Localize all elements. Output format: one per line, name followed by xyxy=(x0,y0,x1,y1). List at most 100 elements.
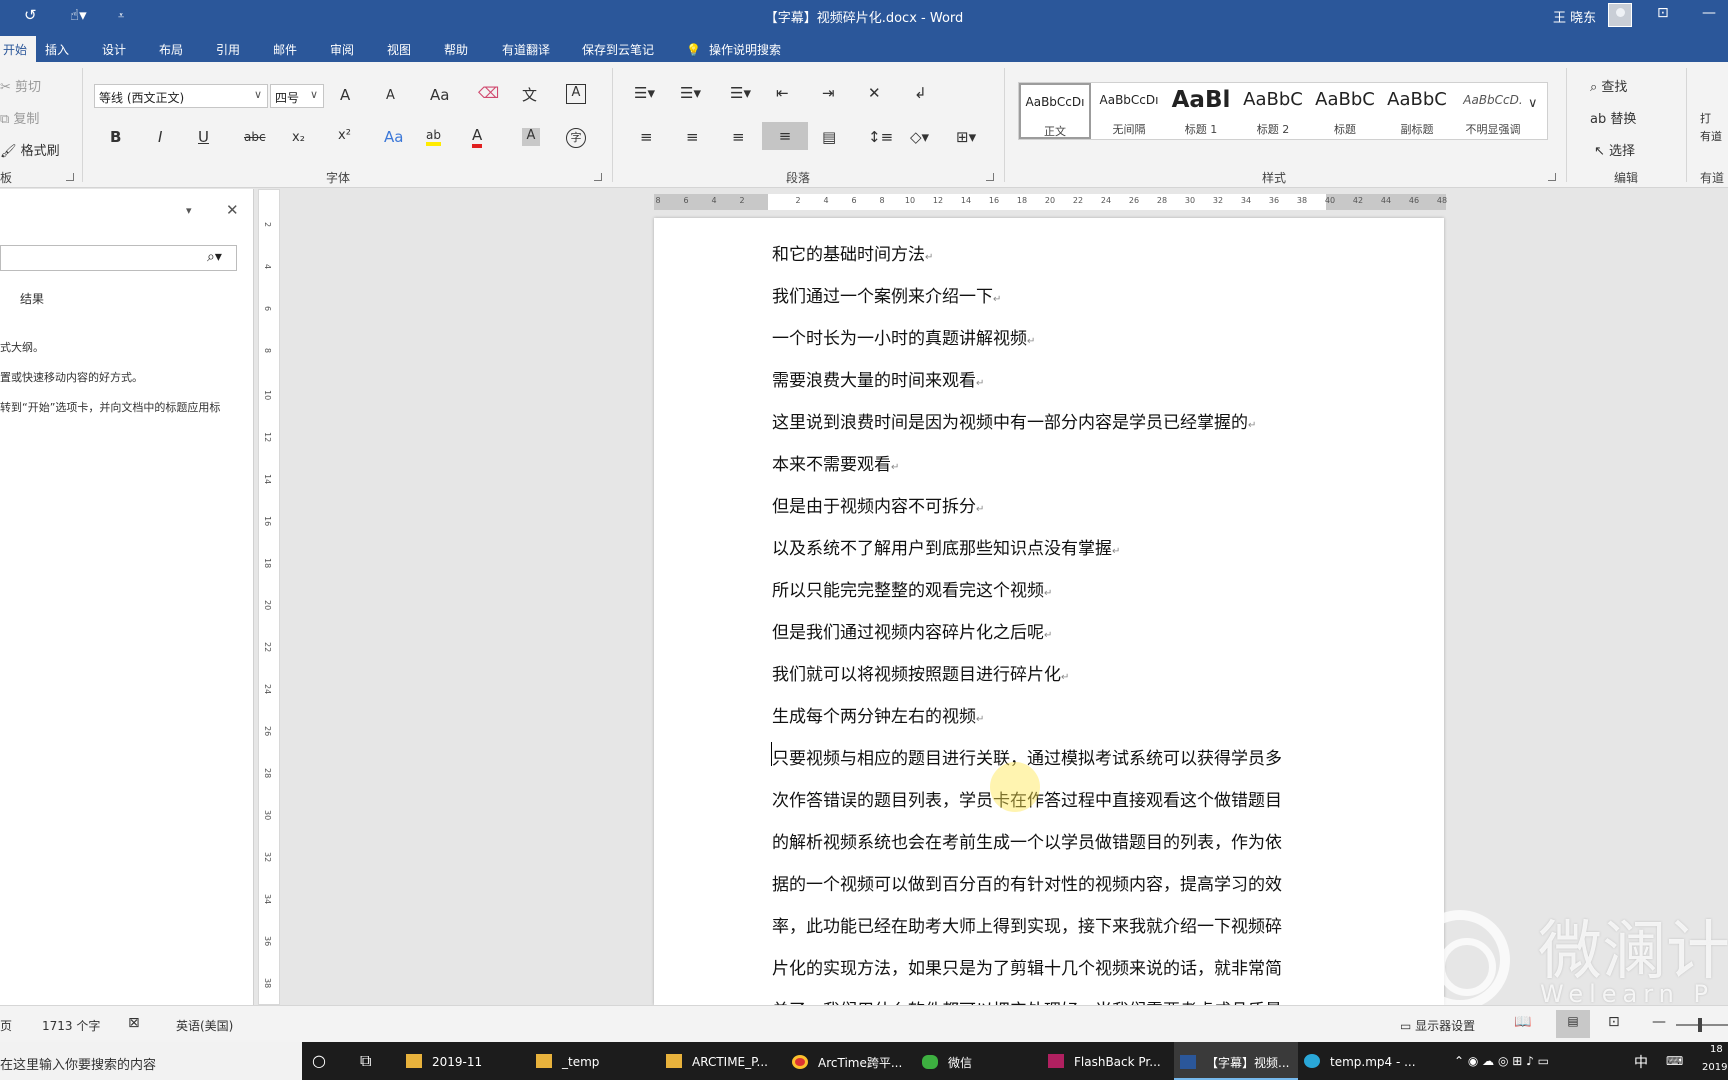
document-line[interactable]: 一个时长为一小时的真题讲解视频↵ xyxy=(772,324,1035,349)
display-settings-button[interactable]: ▭ 显示器设置 xyxy=(1400,1017,1475,1034)
tab-results[interactable]: 结果 xyxy=(20,290,44,307)
taskbar-app-folder-arctime[interactable]: ARCTIME_P... xyxy=(666,1042,790,1080)
taskbar-app-folder-temp[interactable]: _temp xyxy=(536,1042,646,1080)
align-center-icon[interactable]: ≡ xyxy=(686,128,699,146)
document-page[interactable]: 和它的基础时间方法↵ 我们通过一个案例来介绍一下↵ 一个时长为一小时的真题讲解视频↵… xyxy=(654,218,1444,1005)
document-line[interactable]: 的解析视频系统也会在考前生成一个以学员做错题目的列表，作为依 xyxy=(772,828,1282,853)
clipboard-launcher-icon[interactable] xyxy=(66,173,74,181)
search-input[interactable]: ⌕▾ xyxy=(0,245,237,271)
document-line[interactable]: 和它的基础时间方法↵ xyxy=(772,240,933,265)
tab-design[interactable]: 设计 xyxy=(102,41,126,58)
change-case-icon[interactable]: Aa xyxy=(430,86,449,104)
document-line[interactable]: 我们就可以将视频按照题目进行碎片化↵ xyxy=(772,660,1069,685)
ime-indicator[interactable]: 中 xyxy=(1634,1052,1648,1072)
youdao-open-button[interactable]: 打 xyxy=(1700,110,1711,126)
tab-save-cloud-note[interactable]: 保存到云笔记 xyxy=(582,41,654,58)
italic-button[interactable]: I xyxy=(158,128,162,146)
strikethrough-button[interactable]: abc xyxy=(244,130,266,144)
tell-me-search[interactable]: 💡 操作说明搜索 xyxy=(686,41,781,58)
minimize-button[interactable]: — xyxy=(1702,5,1716,21)
chinese-layout-icon[interactable]: ✕ xyxy=(868,84,881,102)
style-normal[interactable]: AaBbCcDı 正文 xyxy=(1019,83,1091,139)
font-launcher-icon[interactable] xyxy=(594,173,602,181)
document-line[interactable]: 但是我们通过视频内容碎片化之后呢↵ xyxy=(772,618,1052,643)
paragraph-launcher-icon[interactable] xyxy=(986,173,994,181)
language-indicator[interactable]: 英语(美国) xyxy=(176,1017,233,1034)
tab-youdao-translate[interactable]: 有道翻译 xyxy=(502,41,550,58)
tab-review[interactable]: 审阅 xyxy=(330,41,354,58)
document-line[interactable]: 但是由于视频内容不可拆分↵ xyxy=(772,492,984,517)
document-line[interactable]: 这里说到浪费时间是因为视频中有一部分内容是学员已经掌握的↵ xyxy=(772,408,1256,433)
find-button[interactable]: ⌕ 查找 xyxy=(1590,76,1627,95)
zoom-slider[interactable] xyxy=(1676,1024,1728,1026)
align-left-icon[interactable]: ≡ xyxy=(640,128,653,146)
style-no-spacing[interactable]: AaBbCcDı 无间隔 xyxy=(1093,83,1165,139)
taskbar-app-chrome[interactable]: ArcTime跨平... xyxy=(792,1042,916,1080)
superscript-button[interactable]: x² xyxy=(338,128,351,143)
bold-button[interactable]: B xyxy=(110,128,121,146)
style-heading-2[interactable]: AaBbC 标题 2 xyxy=(1237,83,1309,139)
distributed-icon[interactable]: ▤ xyxy=(822,128,836,146)
cut-button[interactable]: ✂ 剪切 xyxy=(0,76,41,95)
document-line[interactable]: 片化的实现方法，如果只是为了剪辑十几个视频来说的话，就非常简 xyxy=(772,954,1282,979)
shrink-font-icon[interactable]: A xyxy=(386,88,395,103)
taskbar-app-flashback[interactable]: FlashBack Pr... xyxy=(1048,1042,1172,1080)
tab-insert[interactable]: 插入 xyxy=(45,41,69,58)
highlight-color-button[interactable]: ab xyxy=(426,128,441,146)
replace-button[interactable]: ab 替换 xyxy=(1590,108,1636,127)
font-color-button[interactable]: A xyxy=(472,126,483,148)
tab-mailings[interactable]: 邮件 xyxy=(273,41,297,58)
ribbon-display-icon[interactable]: ⊡ xyxy=(1657,5,1669,21)
underline-button[interactable]: U xyxy=(198,128,209,146)
task-view-icon[interactable]: ⧉ xyxy=(360,1042,371,1080)
decrease-indent-icon[interactable]: ⇤ xyxy=(776,84,789,102)
page-count[interactable]: 页 xyxy=(0,1017,12,1034)
zoom-slider-thumb[interactable] xyxy=(1698,1018,1702,1032)
close-icon[interactable]: ✕ xyxy=(226,201,239,219)
taskbar-app-word[interactable]: 【字幕】视频... xyxy=(1174,1042,1298,1080)
proofing-icon[interactable]: ⊠ xyxy=(128,1015,140,1031)
document-line[interactable]: 据的一个视频可以做到百分百的有针对性的视频内容，提高学习的效 xyxy=(772,870,1282,895)
shading-icon[interactable]: ◇▾ xyxy=(910,128,929,146)
styles-launcher-icon[interactable] xyxy=(1548,173,1556,181)
document-line[interactable]: 所以只能完完整整的观看完这个视频↵ xyxy=(772,576,1052,601)
tab-home[interactable]: 开始 xyxy=(0,36,37,62)
tab-view[interactable]: 视图 xyxy=(387,41,411,58)
document-line[interactable]: 需要浪费大量的时间来观看↵ xyxy=(772,366,984,391)
tab-references[interactable]: 引用 xyxy=(216,41,240,58)
style-subtle-emphasis[interactable]: AaBbCcD. 不明显强调 xyxy=(1453,83,1533,139)
subscript-button[interactable]: x₂ xyxy=(292,130,305,145)
numbering-icon[interactable]: ☰▾ xyxy=(680,84,701,102)
grow-font-icon[interactable]: A xyxy=(340,86,350,104)
text-effects-button[interactable]: Aa xyxy=(384,128,403,146)
search-icon[interactable]: ⌕▾ xyxy=(207,249,222,265)
document-line[interactable]: 率，此功能已经在助考大师上得到实现，接下来我就介绍一下视频碎 xyxy=(772,912,1282,937)
avatar[interactable] xyxy=(1608,3,1632,27)
style-title[interactable]: AaBbC 标题 xyxy=(1309,83,1381,139)
clear-format-icon[interactable]: ⌫ xyxy=(478,84,499,102)
tray-icons[interactable]: ⌃ ◉ ☁ ◎ ⊞ ♪ ▭ xyxy=(1454,1054,1549,1068)
sort-icon[interactable]: ↲ xyxy=(914,84,927,102)
document-line[interactable]: 生成每个两分钟左右的视频↵ xyxy=(772,702,984,727)
document-line[interactable]: 我们通过一个案例来介绍一下↵ xyxy=(772,282,1001,307)
document-line[interactable]: 本来不需要观看↵ xyxy=(772,450,899,475)
cortana-icon[interactable]: ○ xyxy=(312,1042,326,1080)
format-painter-button[interactable]: 🖌 格式刷 xyxy=(0,140,60,159)
read-mode-icon[interactable]: 📖 xyxy=(1514,1014,1531,1030)
style-heading-1[interactable]: AaBl 标题 1 xyxy=(1165,83,1237,139)
tab-layout[interactable]: 布局 xyxy=(159,41,183,58)
taskbar-search-input[interactable]: 在这里输入你要搜索的内容 xyxy=(0,1042,302,1080)
web-layout-icon[interactable]: ⊡ xyxy=(1608,1014,1620,1030)
clock-date[interactable]: 2019 xyxy=(1702,1062,1727,1073)
print-layout-icon[interactable]: ▤ xyxy=(1556,1010,1590,1038)
multilevel-list-icon[interactable]: ☰▾ xyxy=(730,84,751,102)
phonetic-guide-icon[interactable]: 文 xyxy=(522,84,537,105)
taskbar-app-media[interactable]: temp.mp4 - ... xyxy=(1304,1042,1428,1080)
user-name[interactable]: 王 晓东 xyxy=(1553,7,1596,26)
taskbar-app-folder-2019-11[interactable]: 2019-11 xyxy=(406,1042,516,1080)
bullets-icon[interactable]: ☰▾ xyxy=(634,84,655,102)
document-line[interactable]: 单了，我们用什么软件都可以把它处理好，当我们需要考虑成品质量 xyxy=(772,996,1282,1005)
copy-button[interactable]: ⧉ 复制 xyxy=(0,108,39,127)
font-size-combo[interactable]: 四号 ∨ xyxy=(270,84,324,108)
align-right-icon[interactable]: ≡ xyxy=(732,128,745,146)
